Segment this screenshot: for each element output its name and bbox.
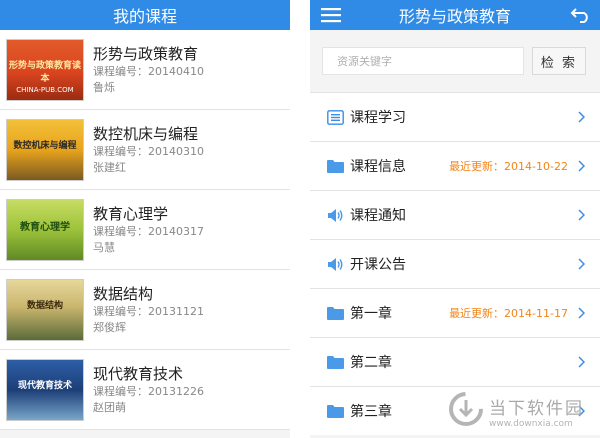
course-cover: 形势与政策教育读本 CHINA-PUB.COM [6,38,84,101]
search-input[interactable] [322,47,524,75]
hamburger-menu-icon[interactable] [314,0,348,30]
cover-title: 数控机床与编程 [13,140,77,151]
course-cover: 教育心理学 [6,198,84,261]
list-icon [326,108,344,126]
course-cover: 数控机床与编程 [6,118,84,181]
page-title: 我的课程 [112,7,177,26]
course-menu: 课程学习 课程信息 最近更新：2014-10-22 课程通知 开课公告 第一章 … [310,92,600,435]
course-number: 课程编号：20140310 [93,145,204,158]
course-teacher: 鲁烁 [93,81,115,94]
chevron-right-icon [576,257,586,271]
course-number: 课程编号：20140410 [93,65,204,78]
chevron-right-icon [576,159,586,173]
cover-title: 形势与政策教育读本 [8,60,81,84]
course-item-1[interactable]: 数控机床与编程 数控机床与编程 课程编号：20140310 张建红 [0,110,290,190]
course-cover: 数据结构 [6,278,84,341]
menu-item-course-notice[interactable]: 课程通知 [310,190,600,239]
speaker-icon [326,255,344,273]
cover-title: 教育心理学 [20,221,70,233]
menu-item-update: 最近更新：2014-10-22 [449,160,568,173]
search-bar: 检 索 [310,30,600,92]
menu-item-update: 最近更新：2014-11-17 [449,307,568,320]
chevron-right-icon [576,110,586,124]
course-teacher: 郑俊辉 [93,321,126,334]
course-list: 形势与政策教育读本 CHINA-PUB.COM 形势与政策教育 课程编号：201… [0,30,290,430]
course-teacher: 赵团萌 [93,401,126,414]
course-name: 现代教育技术 [93,365,184,383]
course-detail-header: 形势与政策教育 [310,0,600,30]
menu-item-chapter-2[interactable]: 第二章 [310,337,600,386]
course-item-3[interactable]: 数据结构 数据结构 课程编号：20131121 郑俊辉 [0,270,290,350]
course-item-2[interactable]: 教育心理学 教育心理学 课程编号：20140317 马慧 [0,190,290,270]
cover-title: 数据结构 [26,300,63,311]
menu-item-label: 第二章 [350,355,392,371]
watermark-url: www.downxia.com [489,418,573,429]
chevron-right-icon [576,208,586,222]
chevron-right-icon [576,355,586,369]
search-button[interactable]: 检 索 [532,47,586,75]
course-name: 形势与政策教育 [93,45,199,63]
course-item-0[interactable]: 形势与政策教育读本 CHINA-PUB.COM 形势与政策教育 课程编号：201… [0,30,290,110]
back-arrow-icon[interactable] [564,0,598,30]
chevron-right-icon [576,306,586,320]
my-courses-header: 我的课程 [0,0,290,30]
menu-item-label: 第一章 [350,306,392,322]
course-cover: 现代教育技术 [6,358,84,421]
speaker-icon [326,206,344,224]
menu-item-announcement[interactable]: 开课公告 [310,239,600,288]
course-number: 课程编号：20131226 [93,385,204,398]
folder-icon [326,304,344,322]
menu-item-label: 开课公告 [350,257,406,273]
cover-subtitle: CHINA-PUB.COM [16,85,74,94]
menu-item-label: 课程信息 [350,159,406,175]
course-name: 数控机床与编程 [93,125,199,143]
course-teacher: 张建红 [93,161,126,174]
course-item-4[interactable]: 现代教育技术 现代教育技术 课程编号：20131226 赵团萌 [0,350,290,430]
watermark: 当下软件园 www.downxia.com [449,392,584,430]
course-teacher: 马慧 [93,241,115,254]
folder-icon [326,157,344,175]
course-number: 课程编号：20131121 [93,305,204,318]
course-detail-screen: 形势与政策教育 检 索 课程学习 课程信息 最近更新：2014-10-22 [310,0,600,438]
course-number: 课程编号：20140317 [93,225,204,238]
course-name: 数据结构 [93,285,154,303]
menu-item-chapter-1[interactable]: 第一章 最近更新：2014-11-17 [310,288,600,337]
downxia-logo-icon [449,392,483,430]
page-title: 形势与政策教育 [398,7,511,26]
menu-item-course-info[interactable]: 课程信息 最近更新：2014-10-22 [310,141,600,190]
menu-item-label: 课程学习 [350,110,406,126]
cover-title: 现代教育技术 [17,380,72,391]
watermark-name: 当下软件园 [489,398,584,419]
my-courses-screen: 我的课程 形势与政策教育读本 CHINA-PUB.COM 形势与政策教育 课程编… [0,0,290,438]
folder-icon [326,402,344,420]
menu-item-label: 课程通知 [350,208,406,224]
menu-item-course-study[interactable]: 课程学习 [310,92,600,141]
course-name: 教育心理学 [93,205,169,223]
folder-icon [326,353,344,371]
